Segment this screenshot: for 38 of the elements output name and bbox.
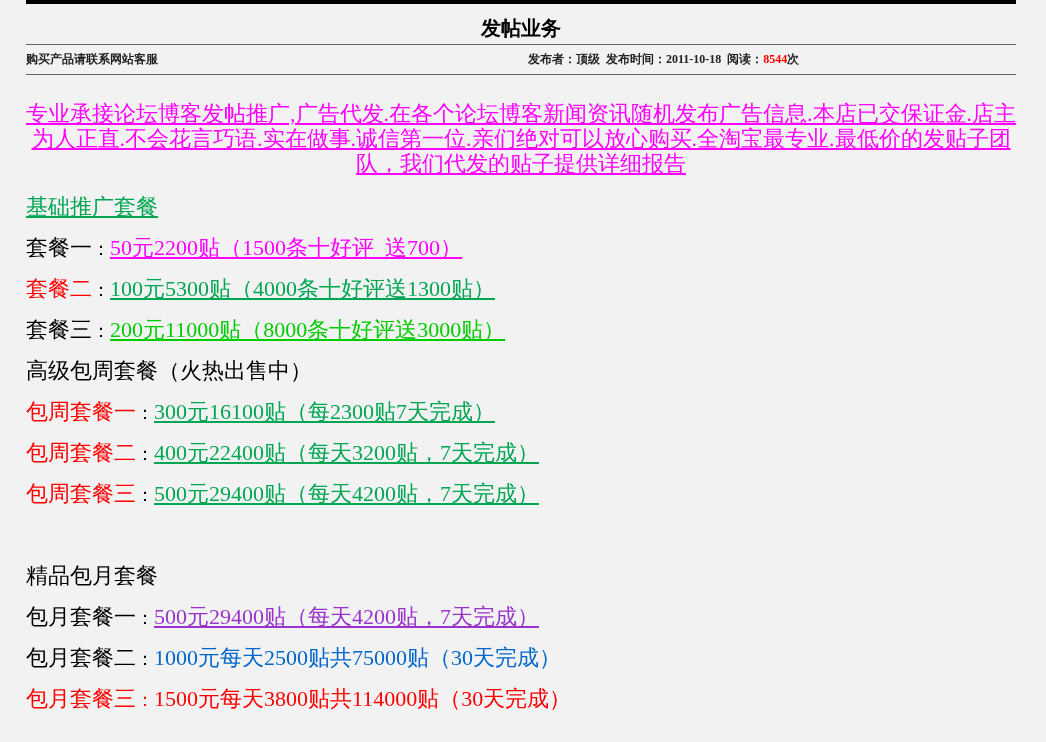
intro-link[interactable]: 专业承接论坛博客发帖推广,广告代发.在各个论坛博客新闻资讯随机发布广告信息.本店已交保证金.店主为人正直.不会花言巧语.实在做事.诚信第一位.亲们绝对可以放心购买.全淘宝最专业.最低价的发贴子团队，我们代发的贴子提供详细报告 <box>26 101 1016 176</box>
plan-link[interactable]: 200元11000贴（8000条十好评送3000贴） <box>110 317 506 342</box>
section-heading: 高级包周套餐（火热出售中） <box>26 358 312 383</box>
plan-link[interactable]: 500元29400贴（每天4200贴，7天完成） <box>154 604 539 629</box>
plan-label: 包月套餐三 <box>26 686 136 711</box>
colon-text: ： <box>92 321 110 341</box>
article-title: 发帖业务 <box>26 4 1016 45</box>
section-heading: 精品包月套餐 <box>26 563 158 588</box>
colon-text: ： <box>92 280 110 300</box>
contact-note: 购买产品请联系网站客服 <box>26 51 158 68</box>
colon-text: ： <box>136 485 154 505</box>
plan-text: 1500元每天3800贴共114000贴（30天完成） <box>154 686 572 711</box>
colon-text: ： <box>136 608 154 628</box>
plan-label: 包月套餐二 <box>26 645 136 670</box>
plan-label: 包月套餐一 <box>26 604 136 629</box>
colon-text: ： <box>92 239 110 259</box>
plan-text: 1000元每天2500贴共75000贴（30天完成） <box>154 645 561 670</box>
publish-date: 发布时间：2011-10-18 <box>606 51 722 68</box>
section-link[interactable]: 基础推广套餐 <box>26 194 158 219</box>
plan-link[interactable]: 400元22400贴（每天3200贴，7天完成） <box>154 440 539 465</box>
plan-label: 套餐一 <box>26 235 92 260</box>
plan-link[interactable]: 50元2200贴（1500条十好评 送700） <box>110 235 462 260</box>
colon-text: ： <box>136 403 154 423</box>
plan-label: 包周套餐二 <box>26 440 136 465</box>
plan-label: 套餐三 <box>26 317 92 342</box>
plan-label: 包周套餐三 <box>26 481 136 506</box>
read-count: 8544 <box>763 52 788 66</box>
reads-label: 阅读： <box>727 52 764 66</box>
colon-text: ： <box>136 690 154 710</box>
colon-text: ： <box>136 649 154 669</box>
plan-link[interactable]: 300元16100贴（每2300贴7天完成） <box>154 399 495 424</box>
plan-label: 包周套餐一 <box>26 399 136 424</box>
plan-link[interactable]: 100元5300贴（4000条十好评送1300贴） <box>110 276 495 301</box>
reads-suffix: 次 <box>787 52 800 66</box>
plan-link[interactable]: 500元29400贴（每天4200贴，7天完成） <box>154 481 539 506</box>
publisher-text: 发布者：顶级 <box>528 51 600 68</box>
plan-label: 套餐二 <box>26 276 92 301</box>
colon-text: ： <box>136 444 154 464</box>
